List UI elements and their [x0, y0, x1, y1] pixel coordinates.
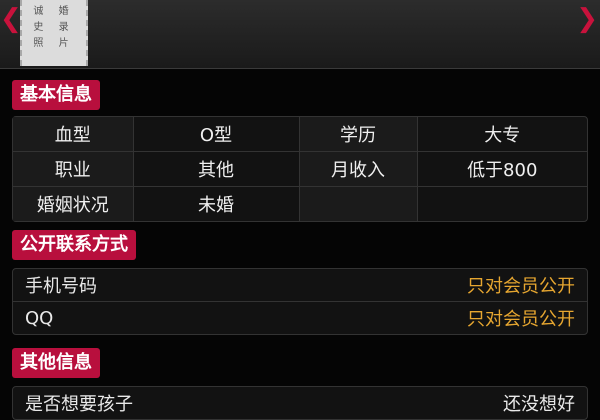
other-value: 还没想好 — [503, 394, 575, 415]
table-row: 婚姻状况 未婚 — [13, 186, 587, 222]
table-row: 职业 其他 月收入 低于800 — [13, 151, 587, 187]
profile-photo-placeholder[interactable]: 诚 婚 史 录 照 片 — [20, 0, 88, 66]
contact-value[interactable]: 只对会员公开 — [467, 272, 575, 298]
list-item[interactable]: QQ 只对会员公开 — [13, 302, 587, 334]
basic-label: 婚姻状况 — [13, 186, 134, 221]
photo-text-line-3: 照 片 — [33, 38, 75, 49]
basic-value: 低于800 — [417, 151, 587, 187]
basic-label: 月收入 — [299, 151, 418, 187]
list-item[interactable]: 手机号码 只对会员公开 — [13, 269, 587, 302]
photo-text-line-1: 诚 婚 — [33, 6, 75, 17]
basic-value — [417, 187, 587, 222]
contact-panel: 手机号码 只对会员公开 QQ 只对会员公开 — [12, 268, 588, 335]
list-item: 是否想要孩子 还没想好 — [13, 387, 587, 419]
basic-label: 血型 — [13, 117, 134, 152]
section-title-contact: 公开联系方式 — [12, 230, 136, 260]
basic-label: 职业 — [13, 151, 134, 187]
contact-label: 手机号码 — [25, 276, 97, 297]
section-title-other-info: 其他信息 — [12, 348, 100, 378]
other-info-panel: 是否想要孩子 还没想好 — [12, 386, 588, 420]
basic-label — [299, 186, 418, 221]
section-title-basic-info: 基本信息 — [12, 80, 100, 110]
contact-value[interactable]: 只对会员公开 — [467, 305, 575, 331]
contact-label: QQ — [25, 307, 54, 329]
other-label: 是否想要孩子 — [25, 394, 133, 415]
basic-value: 其他 — [133, 151, 300, 187]
basic-info-panel: 血型 O型 学历 大专 职业 其他 月收入 低于800 婚姻状况 未婚 — [12, 116, 588, 222]
profile-header: ❮ 诚 婚 史 录 照 片 ❯ — [0, 0, 600, 69]
next-arrow-icon[interactable]: ❯ — [576, 4, 598, 34]
basic-value: 未婚 — [133, 186, 300, 221]
photo-text-line-2: 史 录 — [33, 22, 75, 33]
basic-label: 学历 — [299, 117, 418, 152]
basic-value: 大专 — [417, 117, 587, 152]
table-row: 血型 O型 学历 大专 — [13, 117, 587, 152]
prev-arrow-icon[interactable]: ❮ — [0, 4, 22, 34]
basic-value: O型 — [133, 117, 300, 152]
